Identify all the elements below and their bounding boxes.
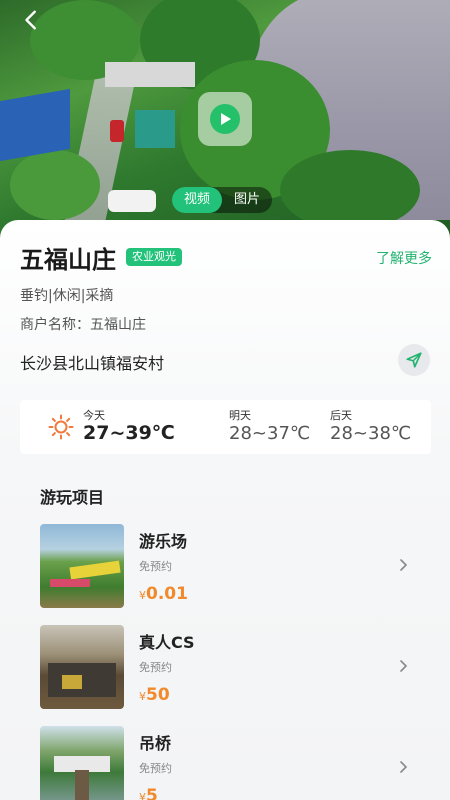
activity-item[interactable]: 吊桥 免预约 ¥5 — [40, 726, 420, 800]
activities-title: 游玩项目 — [40, 488, 105, 507]
activity-booking: 免预约 — [139, 560, 172, 573]
tab-video[interactable]: 视频 — [172, 187, 223, 213]
activity-name: 游乐场 — [139, 532, 188, 551]
play-button[interactable] — [198, 92, 252, 146]
navigate-icon — [406, 352, 422, 368]
weather-tomorrow-temp: 28~37℃ — [229, 423, 311, 444]
chevron-right-icon — [400, 761, 408, 773]
merchant-name: 五福山庄 — [90, 317, 146, 333]
activity-price: ¥50 — [139, 685, 170, 705]
chevron-right-icon — [400, 559, 408, 571]
weather-today-temp: 27~39℃ — [83, 422, 175, 444]
navigate-button[interactable] — [398, 344, 430, 376]
sun-icon — [48, 414, 74, 440]
hero-media[interactable]: 视频 图片 — [0, 0, 450, 240]
back-icon — [25, 10, 36, 30]
play-icon — [210, 104, 240, 134]
hero-pavilion — [135, 110, 175, 148]
activity-thumbnail — [40, 726, 124, 800]
hero-building — [105, 62, 195, 87]
activity-price: ¥5 — [139, 786, 158, 800]
weather-tomorrow-label: 明天 — [229, 409, 251, 422]
hero-white-car — [108, 190, 156, 212]
activity-thumbnail — [40, 625, 124, 709]
merchant-label: 商户名称： — [20, 317, 90, 333]
activity-item[interactable]: 游乐场 免预约 ¥0.01 — [40, 524, 420, 610]
activity-name: 真人CS — [139, 633, 195, 652]
detail-card: 五福山庄 农业观光 了解更多 垂钓|休闲|采摘 商户名称：五福山庄 长沙县北山镇… — [0, 220, 450, 800]
chevron-right-icon — [400, 660, 408, 672]
weather-panel: 今天 27~39℃ 明天 28~37℃ 后天 28~38℃ — [20, 400, 431, 454]
weather-day-after-temp: 28~38℃ — [330, 423, 412, 444]
weather-today-label: 今天 — [83, 409, 105, 422]
category-tag: 农业观光 — [126, 248, 182, 266]
activity-name: 吊桥 — [139, 734, 172, 753]
activity-thumbnail — [40, 524, 124, 608]
back-button[interactable] — [14, 2, 50, 38]
learn-more-link[interactable]: 了解更多 — [376, 248, 432, 268]
activity-booking: 免预约 — [139, 762, 172, 775]
tab-images[interactable]: 图片 — [222, 187, 272, 213]
merchant-row: 商户名称：五福山庄 — [20, 314, 146, 334]
address: 长沙县北山镇福安村 — [20, 354, 165, 373]
media-tabs: 视频 图片 — [172, 187, 273, 213]
activity-item[interactable]: 真人CS 免预约 ¥50 — [40, 625, 420, 711]
weather-day-after-label: 后天 — [330, 409, 352, 422]
place-title: 五福山庄 — [20, 246, 116, 274]
place-categories: 垂钓|休闲|采摘 — [20, 288, 114, 304]
activity-booking: 免预约 — [139, 661, 172, 674]
hero-roof — [0, 88, 70, 162]
hero-red-car — [110, 120, 124, 142]
activity-price: ¥0.01 — [139, 584, 188, 604]
